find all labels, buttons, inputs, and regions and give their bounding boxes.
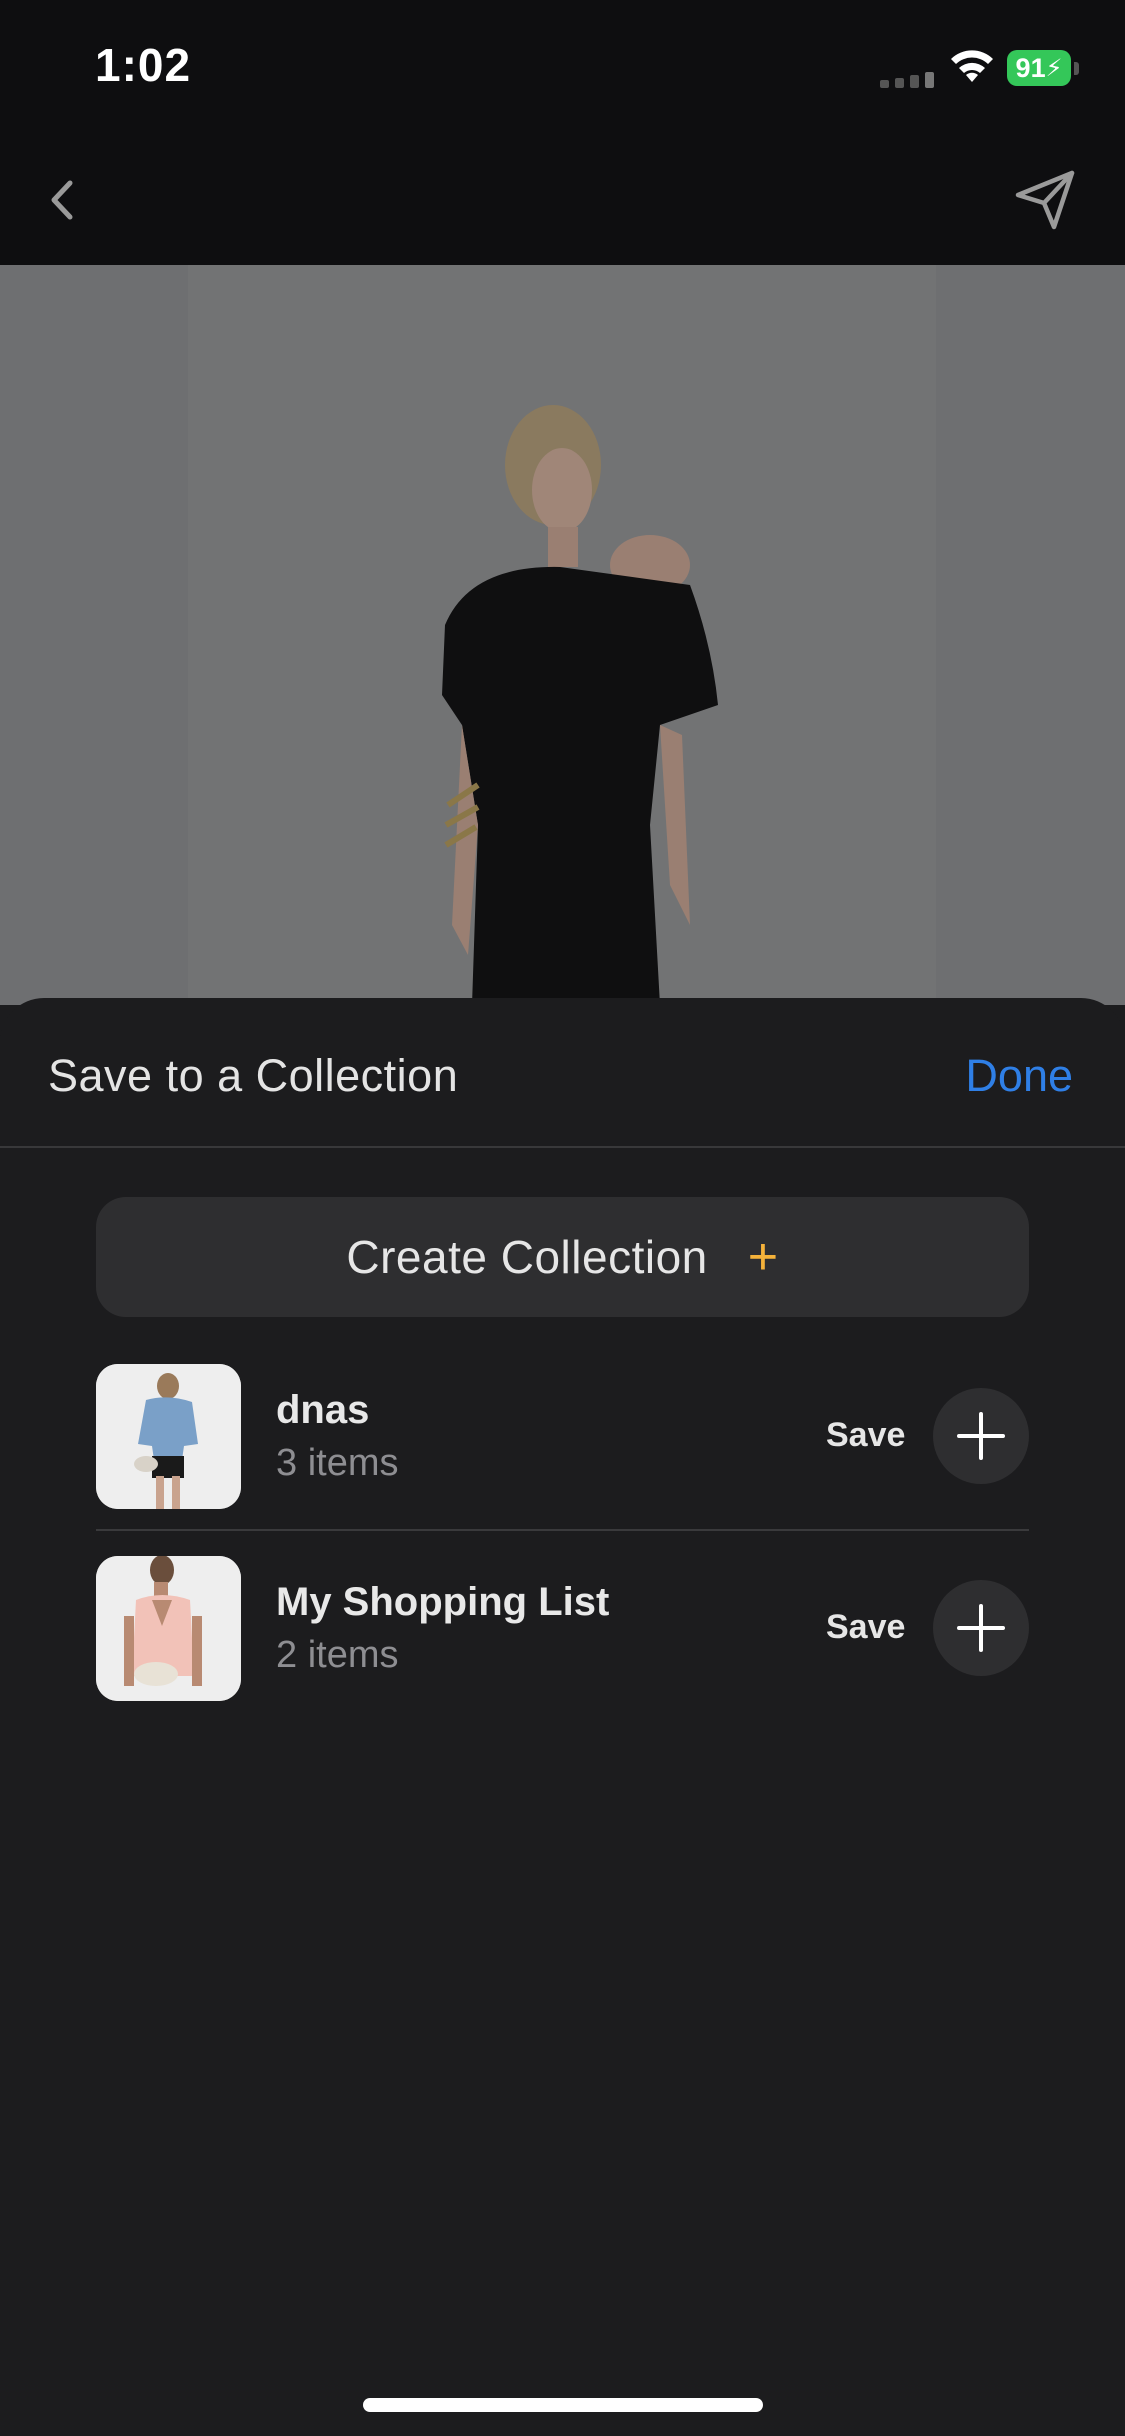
home-indicator[interactable] xyxy=(363,2398,763,2412)
collection-thumbnail xyxy=(96,1556,241,1701)
battery-cap xyxy=(1074,62,1079,75)
status-bar: 1:02 91 ⚡ xyxy=(0,0,1125,135)
collection-item-count: 2 items xyxy=(276,1634,399,1676)
add-to-collection-button[interactable] xyxy=(933,1388,1029,1484)
collection-item-count: 3 items xyxy=(276,1442,399,1484)
plus-icon xyxy=(957,1604,1005,1652)
done-button[interactable]: Done xyxy=(965,1050,1073,1102)
nav-bar xyxy=(0,135,1125,265)
row-divider xyxy=(96,1529,1029,1531)
status-time: 1:02 xyxy=(95,39,192,91)
sheet-title: Save to a Collection xyxy=(48,1050,459,1101)
collection-row[interactable]: dnas 3 items Save xyxy=(96,1364,1029,1509)
send-icon[interactable] xyxy=(1010,165,1080,235)
model-figure-image xyxy=(442,405,718,1005)
add-to-collection-button[interactable] xyxy=(933,1580,1029,1676)
collection-thumbnail xyxy=(96,1364,241,1509)
signal-icon xyxy=(880,72,934,88)
plus-icon xyxy=(957,1412,1005,1460)
collection-name: dnas xyxy=(276,1388,370,1432)
save-to-collection-sheet: Save to a Collection Done Create Collect… xyxy=(0,998,1125,2436)
sheet-divider xyxy=(0,1146,1125,1148)
back-chevron-icon[interactable] xyxy=(42,165,82,235)
save-label[interactable]: Save xyxy=(826,1416,905,1455)
collection-name: My Shopping List xyxy=(276,1580,610,1624)
wifi-icon xyxy=(951,50,993,82)
create-collection-button[interactable]: Create Collection + xyxy=(96,1197,1029,1317)
collection-row[interactable]: My Shopping List 2 items Save xyxy=(96,1556,1029,1701)
create-collection-label: Create Collection xyxy=(346,1231,708,1283)
product-image xyxy=(0,265,1125,1005)
battery-level: 91 xyxy=(1015,52,1046,83)
battery-charging-icon: 91 ⚡ xyxy=(1007,50,1071,86)
save-label[interactable]: Save xyxy=(826,1608,905,1647)
plus-icon: + xyxy=(747,1228,779,1286)
